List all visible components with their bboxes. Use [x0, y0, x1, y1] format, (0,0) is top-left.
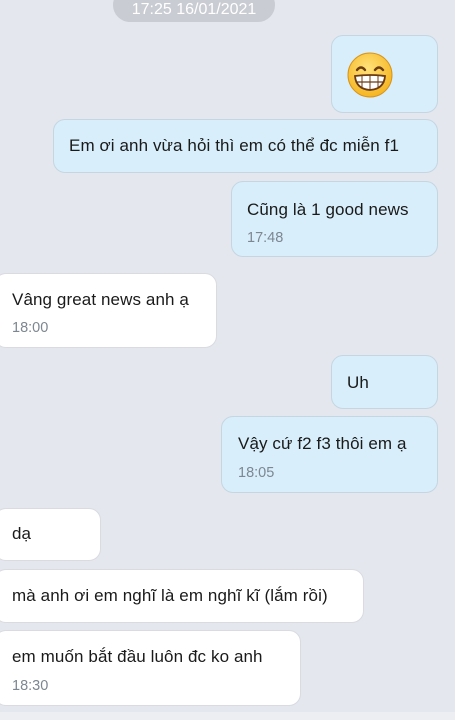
outgoing-message-bubble[interactable]: Uh: [331, 355, 438, 409]
chat-history[interactable]: 17:25 16/01/2021 Em ơi anh vừa hỏi thì e…: [0, 0, 455, 720]
grinning-face-emoji-icon: [347, 52, 393, 98]
incoming-message-bubble[interactable]: dạ: [0, 508, 101, 561]
message-text: Uh: [347, 373, 369, 392]
message-timestamp: 18:30: [12, 678, 49, 694]
incoming-message-bubble[interactable]: em muốn bắt đầu luôn đc ko anh 18:30: [0, 630, 301, 706]
message-text: em muốn bắt đầu luôn đc ko anh: [12, 647, 263, 666]
message-text: Em ơi anh vừa hỏi thì em có thể đc miễn …: [69, 136, 400, 155]
outgoing-message-bubble[interactable]: Vậy cứ f2 f3 thôi em ạ 18:05: [221, 416, 438, 493]
message-text: dạ: [12, 524, 32, 543]
message-text: Vâng great news anh ạ: [12, 290, 189, 309]
outgoing-emoji-bubble[interactable]: [331, 35, 438, 113]
message-timestamp: 18:00: [12, 320, 49, 336]
message-text: Cũng là 1 good news: [247, 200, 409, 219]
message-text: Vậy cứ f2 f3 thôi em ạ: [238, 434, 407, 453]
date-separator: 17:25 16/01/2021: [113, 0, 275, 22]
incoming-message-bubble[interactable]: mà anh ơi em nghĩ là em nghĩ kĩ (lắm rồi…: [0, 569, 364, 623]
outgoing-message-bubble[interactable]: Cũng là 1 good news 17:48: [231, 181, 438, 257]
outgoing-message-bubble[interactable]: Em ơi anh vừa hỏi thì em có thể đc miễn …: [53, 119, 438, 173]
message-timestamp: 17:48: [247, 230, 284, 246]
incoming-message-bubble[interactable]: Vâng great news anh ạ 18:00: [0, 273, 217, 348]
message-timestamp: 18:05: [238, 465, 275, 481]
message-text: mà anh ơi em nghĩ là em nghĩ kĩ (lắm rồi…: [12, 586, 328, 605]
bottom-edge: [0, 712, 455, 720]
